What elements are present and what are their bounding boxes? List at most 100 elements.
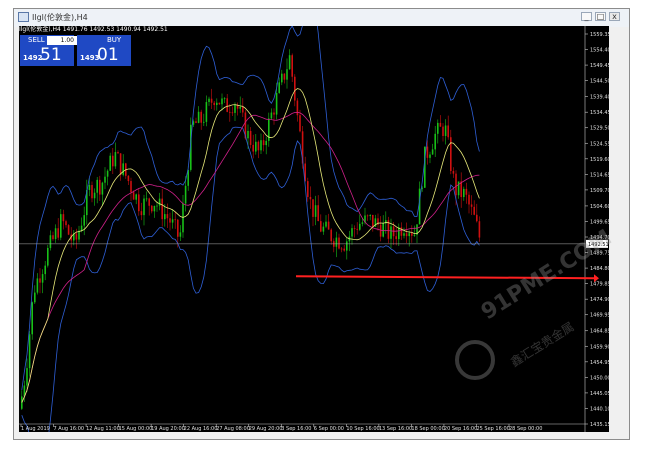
time-tick-label: 15 Aug 00:00 [119, 426, 153, 432]
candle [200, 109, 202, 130]
lot-size-input[interactable]: 1.00 [47, 36, 77, 45]
candle [460, 172, 462, 208]
candle [320, 214, 322, 233]
price-chart[interactable]: 1559.35 1554.40 1549.45 1544.50 1539.40 1534.… [19, 26, 616, 432]
candle [101, 181, 104, 206]
candle [348, 230, 351, 252]
candle [450, 129, 452, 175]
candle [478, 216, 481, 242]
price-tick-label: 1504.60 [590, 204, 609, 210]
candle [346, 237, 348, 260]
symbol-ohlc-header: Ilgl(伦敦金),H4 1491.76 1492.53 1490.94 149… [19, 26, 168, 33]
candle [379, 216, 382, 242]
candle [439, 115, 442, 127]
candle [278, 77, 280, 94]
price-tick-label: 1519.60 [590, 157, 609, 163]
price-tick-label: 1544.50 [590, 79, 609, 85]
candle [145, 191, 148, 202]
candle [171, 209, 174, 229]
candle [338, 233, 340, 250]
price-tick-label: 1440.10 [590, 406, 609, 412]
close-button[interactable]: x [609, 12, 620, 21]
candle [104, 167, 106, 190]
candle [223, 97, 226, 103]
candle [468, 191, 470, 214]
candle [57, 218, 59, 241]
candle [413, 225, 416, 237]
candle [182, 194, 184, 238]
candle [317, 195, 319, 222]
candle [442, 123, 444, 142]
price-tick-label: 1559.35 [590, 32, 609, 38]
candle [465, 182, 468, 204]
sell-label: SELL [28, 36, 45, 44]
candle [356, 222, 358, 235]
candle [80, 217, 83, 233]
candle [44, 260, 46, 281]
candle [21, 390, 23, 411]
candle [327, 213, 330, 230]
candle [283, 73, 286, 84]
candle [476, 203, 478, 223]
candle [127, 175, 130, 185]
watermark-logo-icon [455, 340, 495, 380]
price-tick-label: 1514.65 [590, 172, 609, 178]
candle [411, 225, 413, 243]
candle [164, 204, 166, 227]
candle [452, 167, 455, 178]
candle [114, 142, 117, 169]
price-tick-label: 1445.05 [590, 391, 609, 397]
candle [288, 49, 291, 70]
candle [67, 224, 70, 236]
price-tick-label: 1529.50 [590, 126, 609, 132]
candle [296, 98, 299, 122]
time-tick-label: 1 Aug 2019 [21, 426, 50, 432]
window-titlebar[interactable]: Ilgl(伦敦金),H4 _ □ x [14, 9, 629, 27]
candle [65, 219, 67, 228]
candle [234, 102, 236, 121]
time-tick-label: 6 Sep 00:00 [314, 426, 344, 432]
candle [236, 102, 239, 116]
candle [281, 69, 283, 86]
candle [109, 152, 111, 172]
candle [447, 115, 449, 140]
candle [437, 119, 439, 144]
buy-button[interactable]: BUY 1493 01 [77, 35, 131, 66]
chart-window-icon [18, 12, 29, 22]
time-tick-label: 19 Aug 20:00 [151, 426, 185, 432]
price-tick-label: 1534.45 [590, 110, 609, 116]
time-tick-label: 12 Aug 11:00 [86, 426, 120, 432]
candle [197, 106, 200, 124]
minimize-button[interactable]: _ [581, 12, 592, 21]
candle [330, 228, 332, 245]
candle [158, 192, 161, 211]
candle [221, 93, 223, 111]
candle [268, 112, 270, 147]
candle [195, 117, 197, 124]
candle [359, 214, 361, 231]
price-tick-label: 1554.40 [590, 48, 609, 54]
candle [83, 206, 85, 236]
price-tick-label: 1524.55 [590, 141, 609, 147]
candle [47, 244, 49, 268]
candle [122, 154, 124, 177]
candle [333, 238, 335, 253]
candle [473, 200, 475, 216]
candle [135, 193, 137, 205]
candle [226, 93, 228, 113]
candle [270, 108, 273, 120]
maximize-button[interactable]: □ [595, 12, 606, 21]
candle [260, 133, 262, 155]
candle [343, 245, 345, 252]
moving-average-slow [21, 111, 480, 403]
candle [73, 229, 75, 246]
candle [117, 150, 119, 154]
candle [431, 143, 434, 155]
watermark: 91PME.COM 鑫汇宝贵金属 [447, 225, 617, 390]
candle [369, 214, 371, 221]
one-click-trading-panel: Ilgl(伦敦金),H4 1491.76 1492.53 1490.94 149… [19, 26, 168, 66]
price-tick-label: 1435.15 [590, 422, 609, 428]
candle [52, 231, 54, 241]
time-tick-label: 22 Aug 16:00 [184, 426, 218, 432]
candle [96, 176, 98, 204]
